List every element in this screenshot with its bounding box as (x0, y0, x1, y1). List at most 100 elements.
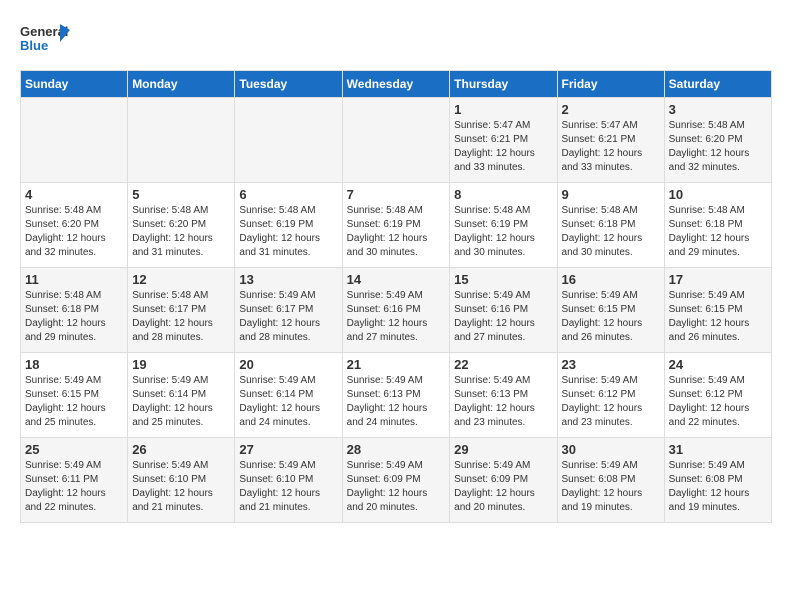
header-cell-thursday: Thursday (450, 71, 557, 98)
day-number: 25 (25, 442, 123, 457)
day-info: Sunrise: 5:49 AM Sunset: 6:16 PM Dayligh… (454, 289, 552, 345)
header-row: SundayMondayTuesdayWednesdayThursdayFrid… (21, 71, 772, 98)
day-number: 29 (454, 442, 552, 457)
header-cell-tuesday: Tuesday (235, 71, 342, 98)
week-row-5: 25 Sunrise: 5:49 AM Sunset: 6:11 PM Dayli… (21, 438, 772, 523)
day-cell-7: 7Sunrise: 5:48 AM Sunset: 6:19 PM Daylig… (342, 183, 450, 268)
header-cell-saturday: Saturday (664, 71, 771, 98)
day-cell-12: 12 Sunrise: 5:48 AM Sunset: 6:17 PM Dayli… (128, 268, 235, 353)
day-info: Sunrise: 5:48 AM Sunset: 6:20 PM Dayligh… (25, 204, 123, 260)
day-cell-27: 27 Sunrise: 5:49 AM Sunset: 6:10 PM Dayli… (235, 438, 342, 523)
week-row-2: 4Sunrise: 5:48 AM Sunset: 6:20 PM Daylig… (21, 183, 772, 268)
day-number: 11 (25, 272, 123, 287)
day-info: Sunrise: 5:49 AM Sunset: 6:08 PM Dayligh… (669, 459, 767, 515)
day-info: Sunrise: 5:47 AM Sunset: 6:21 PM Dayligh… (454, 119, 552, 175)
day-number: 12 (132, 272, 230, 287)
day-cell-17: 17 Sunrise: 5:49 AM Sunset: 6:15 PM Dayli… (664, 268, 771, 353)
day-info: Sunrise: 5:49 AM Sunset: 6:13 PM Dayligh… (347, 374, 446, 430)
day-info: Sunrise: 5:48 AM Sunset: 6:17 PM Dayligh… (132, 289, 230, 345)
day-info: Sunrise: 5:49 AM Sunset: 6:10 PM Dayligh… (132, 459, 230, 515)
day-number: 8 (454, 187, 552, 202)
day-cell-5: 5Sunrise: 5:48 AM Sunset: 6:20 PM Daylig… (128, 183, 235, 268)
day-number: 28 (347, 442, 446, 457)
day-cell-empty (128, 98, 235, 183)
day-number: 17 (669, 272, 767, 287)
day-info: Sunrise: 5:49 AM Sunset: 6:08 PM Dayligh… (562, 459, 660, 515)
page-header: GeneralBlue (20, 20, 772, 60)
day-info: Sunrise: 5:49 AM Sunset: 6:12 PM Dayligh… (562, 374, 660, 430)
day-cell-16: 16 Sunrise: 5:49 AM Sunset: 6:15 PM Dayli… (557, 268, 664, 353)
day-number: 21 (347, 357, 446, 372)
day-info: Sunrise: 5:48 AM Sunset: 6:20 PM Dayligh… (669, 119, 767, 175)
day-info: Sunrise: 5:49 AM Sunset: 6:10 PM Dayligh… (239, 459, 337, 515)
day-cell-10: 10Sunrise: 5:48 AM Sunset: 6:18 PM Dayli… (664, 183, 771, 268)
logo-svg: GeneralBlue (20, 20, 70, 60)
day-info: Sunrise: 5:47 AM Sunset: 6:21 PM Dayligh… (562, 119, 660, 175)
day-number: 14 (347, 272, 446, 287)
day-number: 2 (562, 102, 660, 117)
day-cell-11: 11 Sunrise: 5:48 AM Sunset: 6:18 PM Dayli… (21, 268, 128, 353)
day-cell-30: 30 Sunrise: 5:49 AM Sunset: 6:08 PM Dayli… (557, 438, 664, 523)
day-cell-empty (21, 98, 128, 183)
day-info: Sunrise: 5:49 AM Sunset: 6:11 PM Dayligh… (25, 459, 123, 515)
day-number: 13 (239, 272, 337, 287)
day-cell-13: 13 Sunrise: 5:49 AM Sunset: 6:17 PM Dayli… (235, 268, 342, 353)
header-cell-sunday: Sunday (21, 71, 128, 98)
day-info: Sunrise: 5:49 AM Sunset: 6:14 PM Dayligh… (132, 374, 230, 430)
day-cell-1: 1 Sunrise: 5:47 AM Sunset: 6:21 PM Daylig… (450, 98, 557, 183)
day-cell-15: 15 Sunrise: 5:49 AM Sunset: 6:16 PM Dayli… (450, 268, 557, 353)
day-info: Sunrise: 5:48 AM Sunset: 6:18 PM Dayligh… (562, 204, 660, 260)
day-info: Sunrise: 5:49 AM Sunset: 6:09 PM Dayligh… (454, 459, 552, 515)
day-info: Sunrise: 5:49 AM Sunset: 6:17 PM Dayligh… (239, 289, 337, 345)
day-info: Sunrise: 5:48 AM Sunset: 6:20 PM Dayligh… (132, 204, 230, 260)
day-number: 26 (132, 442, 230, 457)
day-number: 20 (239, 357, 337, 372)
day-cell-empty (235, 98, 342, 183)
day-info: Sunrise: 5:49 AM Sunset: 6:15 PM Dayligh… (562, 289, 660, 345)
header-cell-wednesday: Wednesday (342, 71, 450, 98)
day-number: 31 (669, 442, 767, 457)
day-cell-28: 28 Sunrise: 5:49 AM Sunset: 6:09 PM Dayli… (342, 438, 450, 523)
day-info: Sunrise: 5:49 AM Sunset: 6:15 PM Dayligh… (25, 374, 123, 430)
day-info: Sunrise: 5:49 AM Sunset: 6:14 PM Dayligh… (239, 374, 337, 430)
day-number: 19 (132, 357, 230, 372)
logo: GeneralBlue (20, 20, 70, 60)
day-number: 7 (347, 187, 446, 202)
day-cell-19: 19 Sunrise: 5:49 AM Sunset: 6:14 PM Dayli… (128, 353, 235, 438)
day-cell-26: 26 Sunrise: 5:49 AM Sunset: 6:10 PM Dayli… (128, 438, 235, 523)
day-cell-6: 6 Sunrise: 5:48 AM Sunset: 6:19 PM Daylig… (235, 183, 342, 268)
day-number: 15 (454, 272, 552, 287)
calendar-table: SundayMondayTuesdayWednesdayThursdayFrid… (20, 70, 772, 523)
day-cell-29: 29 Sunrise: 5:49 AM Sunset: 6:09 PM Dayli… (450, 438, 557, 523)
day-cell-3: 3Sunrise: 5:48 AM Sunset: 6:20 PM Daylig… (664, 98, 771, 183)
day-number: 27 (239, 442, 337, 457)
day-info: Sunrise: 5:49 AM Sunset: 6:12 PM Dayligh… (669, 374, 767, 430)
week-row-4: 18 Sunrise: 5:49 AM Sunset: 6:15 PM Dayli… (21, 353, 772, 438)
day-cell-24: 24Sunrise: 5:49 AM Sunset: 6:12 PM Dayli… (664, 353, 771, 438)
svg-text:Blue: Blue (20, 38, 48, 53)
day-number: 16 (562, 272, 660, 287)
day-cell-22: 22Sunrise: 5:49 AM Sunset: 6:13 PM Dayli… (450, 353, 557, 438)
day-cell-25: 25 Sunrise: 5:49 AM Sunset: 6:11 PM Dayli… (21, 438, 128, 523)
day-info: Sunrise: 5:49 AM Sunset: 6:13 PM Dayligh… (454, 374, 552, 430)
day-number: 18 (25, 357, 123, 372)
day-cell-14: 14Sunrise: 5:49 AM Sunset: 6:16 PM Dayli… (342, 268, 450, 353)
day-number: 1 (454, 102, 552, 117)
day-cell-empty (342, 98, 450, 183)
day-info: Sunrise: 5:49 AM Sunset: 6:15 PM Dayligh… (669, 289, 767, 345)
day-info: Sunrise: 5:49 AM Sunset: 6:09 PM Dayligh… (347, 459, 446, 515)
day-number: 23 (562, 357, 660, 372)
day-info: Sunrise: 5:48 AM Sunset: 6:18 PM Dayligh… (25, 289, 123, 345)
day-number: 30 (562, 442, 660, 457)
day-number: 6 (239, 187, 337, 202)
day-cell-8: 8 Sunrise: 5:48 AM Sunset: 6:19 PM Daylig… (450, 183, 557, 268)
day-cell-23: 23 Sunrise: 5:49 AM Sunset: 6:12 PM Dayli… (557, 353, 664, 438)
day-info: Sunrise: 5:48 AM Sunset: 6:18 PM Dayligh… (669, 204, 767, 260)
day-info: Sunrise: 5:48 AM Sunset: 6:19 PM Dayligh… (454, 204, 552, 260)
day-cell-18: 18 Sunrise: 5:49 AM Sunset: 6:15 PM Dayli… (21, 353, 128, 438)
day-cell-21: 21 Sunrise: 5:49 AM Sunset: 6:13 PM Dayli… (342, 353, 450, 438)
day-cell-2: 2 Sunrise: 5:47 AM Sunset: 6:21 PM Daylig… (557, 98, 664, 183)
day-cell-31: 31 Sunrise: 5:49 AM Sunset: 6:08 PM Dayli… (664, 438, 771, 523)
day-info: Sunrise: 5:48 AM Sunset: 6:19 PM Dayligh… (239, 204, 337, 260)
day-cell-4: 4Sunrise: 5:48 AM Sunset: 6:20 PM Daylig… (21, 183, 128, 268)
